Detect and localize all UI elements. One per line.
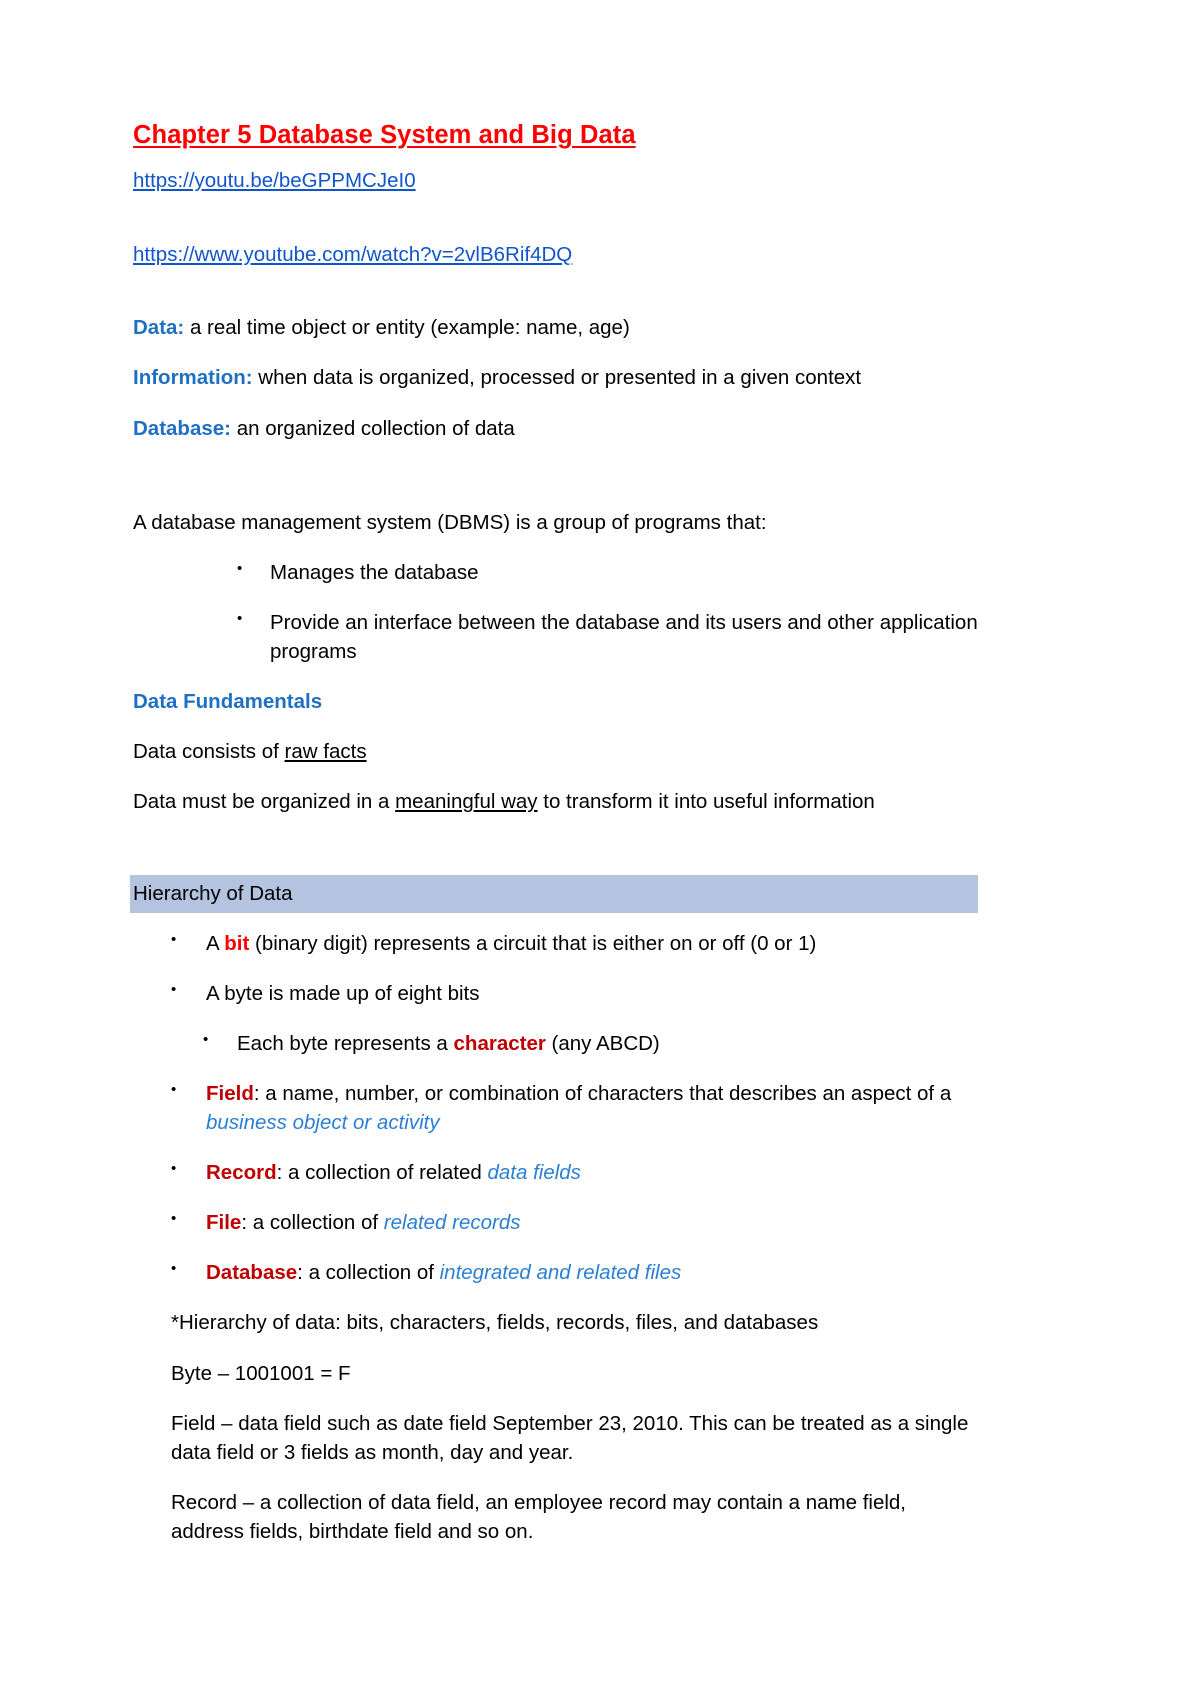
bit-prefix: A	[206, 931, 225, 955]
character-prefix: Each byte represents a	[237, 1031, 454, 1055]
definition-database: Database: an organized collection of dat…	[133, 414, 978, 443]
list-item: Manages the database	[237, 558, 978, 587]
term-bit: bit	[224, 931, 250, 955]
data-consists-prefix: Data consists of	[133, 740, 285, 764]
definition-label-database: Database:	[133, 416, 231, 440]
youtube-watch-link[interactable]: https://www.youtube.com/watch?v=2vlB6Rif…	[133, 240, 978, 270]
data-organized-underlined: meaningful way	[395, 790, 538, 814]
list-item: Provide an interface between the databas…	[237, 608, 978, 666]
note-hierarchy-summary: *Hierarchy of data: bits, characters, fi…	[171, 1311, 819, 1335]
list-item-file: File: a collection of related records	[171, 1208, 978, 1237]
note-field-example: Field – data field such as date field Se…	[171, 1411, 969, 1464]
hierarchy-sub-bullet-list: Each byte represents a character (any AB…	[203, 1029, 978, 1058]
character-suffix: (any ABCD)	[545, 1031, 660, 1055]
term-file: File	[206, 1211, 242, 1235]
dbms-intro: A database management system (DBMS) is a…	[133, 510, 767, 534]
definition-text-database: an organized collection of data	[231, 416, 515, 440]
record-mid: : a collection of related	[276, 1161, 488, 1185]
term-database: Database	[206, 1261, 298, 1285]
document-content: Chapter 5 Database System and Big Data h…	[130, 120, 978, 1567]
term-record: Record	[206, 1161, 277, 1185]
term-character: character	[453, 1031, 546, 1055]
list-item-character: Each byte represents a character (any AB…	[203, 1029, 978, 1058]
list-item-bit: A bit (binary digit) represents a circui…	[171, 929, 978, 958]
file-italic: related records	[383, 1211, 521, 1235]
record-italic: data fields	[487, 1161, 581, 1185]
data-organized-line: Data must be organized in a meaningful w…	[133, 787, 978, 816]
field-italic: business object or activity	[206, 1110, 440, 1134]
bit-suffix: (binary digit) represents a circuit that…	[249, 931, 817, 955]
hierarchy-bullet-list: A bit (binary digit) represents a circui…	[171, 929, 978, 1008]
dbms-bullet-list: Manages the database Provide an interfac…	[237, 558, 978, 666]
hierarchy-of-data-band: Hierarchy of Data	[130, 875, 978, 913]
data-consists-underlined: raw facts	[284, 740, 367, 764]
data-organized-suffix: to transform it into useful information	[537, 790, 875, 814]
data-consists-line: Data consists of raw facts	[133, 737, 978, 766]
definition-label-data: Data:	[133, 316, 185, 340]
list-item-byte: A byte is made up of eight bits	[171, 979, 978, 1008]
section-heading-data-fundamentals: Data Fundamentals	[133, 690, 323, 714]
definition-data: Data: a real time object or entity (exam…	[133, 313, 978, 342]
definition-information: Information: when data is organized, pro…	[133, 363, 978, 392]
database-mid: : a collection of	[297, 1261, 440, 1285]
data-organized-prefix: Data must be organized in a	[133, 790, 396, 814]
term-field: Field	[206, 1081, 254, 1105]
list-item-record: Record: a collection of related data fie…	[171, 1158, 978, 1187]
hierarchy-bullet-list-2: Field: a name, number, or combination of…	[171, 1079, 978, 1288]
file-mid: : a collection of	[241, 1211, 384, 1235]
list-item-database: Database: a collection of integrated and…	[171, 1258, 978, 1287]
database-italic: integrated and related files	[439, 1261, 682, 1285]
field-mid: : a name, number, or combination of char…	[253, 1081, 952, 1105]
definition-text-data: a real time object or entity (example: n…	[184, 316, 630, 340]
page-title: Chapter 5 Database System and Big Data	[133, 121, 636, 149]
youtube-short-link[interactable]: https://youtu.be/beGPPMCJeI0	[133, 166, 978, 196]
definition-label-information: Information:	[133, 366, 253, 390]
definition-text-information: when data is organized, processed or pre…	[252, 366, 862, 390]
note-byte-example: Byte – 1001001 = F	[171, 1361, 351, 1385]
list-item-field: Field: a name, number, or combination of…	[171, 1079, 978, 1137]
document-page: Chapter 5 Database System and Big Data h…	[0, 0, 1200, 1698]
note-record-example: Record – a collection of data field, an …	[171, 1490, 906, 1543]
